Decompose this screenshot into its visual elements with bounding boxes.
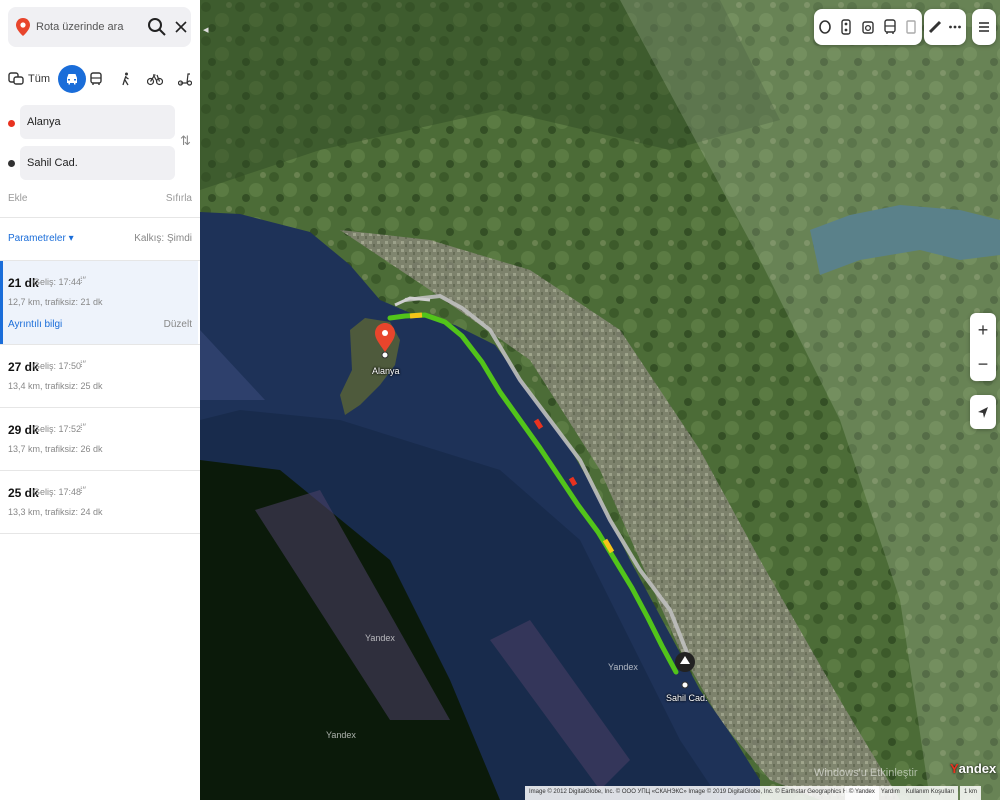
divider (0, 217, 200, 218)
zoom-in-icon[interactable]: + (970, 313, 996, 347)
traffic-light-icon: ⁞′′ (80, 422, 86, 432)
mode-scooter-button[interactable] (171, 65, 199, 93)
route-option-3[interactable]: 29 dk Geliş: 17:52 ⁞′′ 13,7 km, trafiksi… (0, 408, 198, 470)
route-arrival: Geliş: 17:50 (33, 361, 82, 371)
parameters-dropdown[interactable]: Parametreler ▾ (8, 233, 74, 244)
map-layers-toolbar (814, 9, 922, 45)
map-watermark: Yandex (608, 662, 638, 672)
route-info: 13,7 km, trafiksiz: 26 dk (8, 444, 103, 454)
origin-field[interactable]: Alanya (20, 105, 175, 139)
origin-dot-icon (8, 120, 15, 127)
destination-field[interactable]: Sahil Cad. (20, 146, 175, 180)
traffic-icon[interactable] (836, 13, 858, 41)
route-option-2[interactable]: 27 dk Geliş: 17:50 ⁞′′ 13,4 km, trafiksi… (0, 345, 198, 407)
start-marker-label: Alanya (372, 366, 400, 376)
route-search-box (8, 7, 191, 47)
transit-icon[interactable] (879, 13, 901, 41)
collapse-panel-icon[interactable]: ◂ (203, 23, 217, 37)
navigation-arrow-icon (978, 407, 988, 418)
location-pin-icon (16, 18, 30, 36)
route-info: 13,3 km, trafiksiz: 24 dk (8, 507, 103, 517)
imagery-copyright: Image © 2012 DigitalGlobe, Inc. © ООО УП… (525, 786, 879, 800)
destination-dot-icon (8, 160, 15, 167)
satellite-map (200, 0, 1000, 800)
mode-all-label: Tüm (28, 73, 50, 85)
map-watermark: Yandex (326, 730, 356, 740)
route-edit-link[interactable]: Düzelt (164, 319, 192, 330)
route-arrival: Geliş: 17:48 (33, 487, 82, 497)
logo-rest: andex (958, 761, 997, 776)
mode-all-button[interactable]: Tüm (8, 67, 50, 91)
route-details-link[interactable]: Ayrıntılı bilgi (8, 319, 62, 330)
scooter-icon (178, 73, 192, 86)
route-option-4[interactable]: 25 dk Geliş: 17:48 ⁞′′ 13,3 km, trafiksi… (0, 471, 198, 533)
route-info: 12,7 km, trafiksiz: 21 dk (8, 297, 103, 307)
swap-waypoints-icon[interactable]: ⇅ (180, 133, 191, 149)
add-waypoint-link[interactable]: Ekle (8, 193, 27, 204)
transport-mode-selector: Tüm (8, 64, 193, 94)
route-option-1[interactable]: 21 dk Geliş: 17:44 ⁞′′ 12,7 km, trafiksi… (0, 261, 198, 344)
help-link[interactable]: Yardım (881, 789, 900, 797)
search-icon[interactable] (146, 16, 168, 38)
layers-icon[interactable] (900, 13, 922, 41)
route-arrival: Geliş: 17:44 (33, 277, 82, 287)
departure-time-selector[interactable]: Kalkış: Şimdi (134, 233, 192, 244)
car-icon (67, 74, 77, 85)
divider (0, 533, 200, 534)
more-icon[interactable] (946, 13, 964, 41)
mode-bike-button[interactable] (141, 65, 169, 93)
route-info: 13,4 km, trafiksiz: 25 dk (8, 381, 103, 391)
yandex-logo: Yandex (950, 761, 996, 776)
route-arrival: Geliş: 17:52 (33, 424, 82, 434)
logo-letter: Y (950, 761, 959, 776)
windows-activation-watermark: Windows'u Etkinleştir (814, 767, 918, 779)
panorama-icon[interactable] (814, 13, 836, 41)
traffic-light-icon: ⁞′′ (80, 485, 86, 495)
zoom-out-icon[interactable]: − (970, 347, 996, 381)
traffic-light-icon: ⁞′′ (80, 359, 86, 369)
yandex-copyright-link[interactable]: © Yandex (849, 789, 875, 797)
tools-toolbar (924, 9, 966, 45)
traffic-light-icon: ⁞′′ (80, 275, 86, 285)
end-marker-label: Sahil Cad. (666, 693, 708, 703)
map-footer-links: © Yandex Yardım Kullanım Koşulları (845, 786, 959, 800)
map-canvas[interactable]: ◂ Alanya Sahil Cad. Yandex Yandex Yandex (200, 0, 1000, 800)
map-scale: 1 km (960, 786, 982, 800)
route-search-input[interactable] (36, 17, 141, 37)
terms-link[interactable]: Kullanım Koşulları (906, 789, 954, 797)
mode-walk-button[interactable] (112, 65, 140, 93)
close-icon[interactable] (172, 16, 190, 38)
bus-icon (90, 72, 102, 85)
menu-icon (979, 22, 989, 32)
zoom-control: + − (970, 313, 996, 381)
ruler-icon[interactable] (926, 13, 944, 41)
menu-button[interactable] (972, 9, 996, 45)
map-watermark: Yandex (365, 633, 395, 643)
pedestrian-icon (122, 72, 129, 86)
bicycle-icon (147, 74, 163, 86)
mode-bus-button[interactable] (82, 65, 110, 93)
multimodal-icon (8, 72, 24, 85)
locate-me-button[interactable] (970, 395, 996, 429)
route-panel: Tüm (0, 0, 200, 800)
camera-icon[interactable] (857, 13, 879, 41)
reset-route-link[interactable]: Sıfırla (166, 193, 192, 204)
